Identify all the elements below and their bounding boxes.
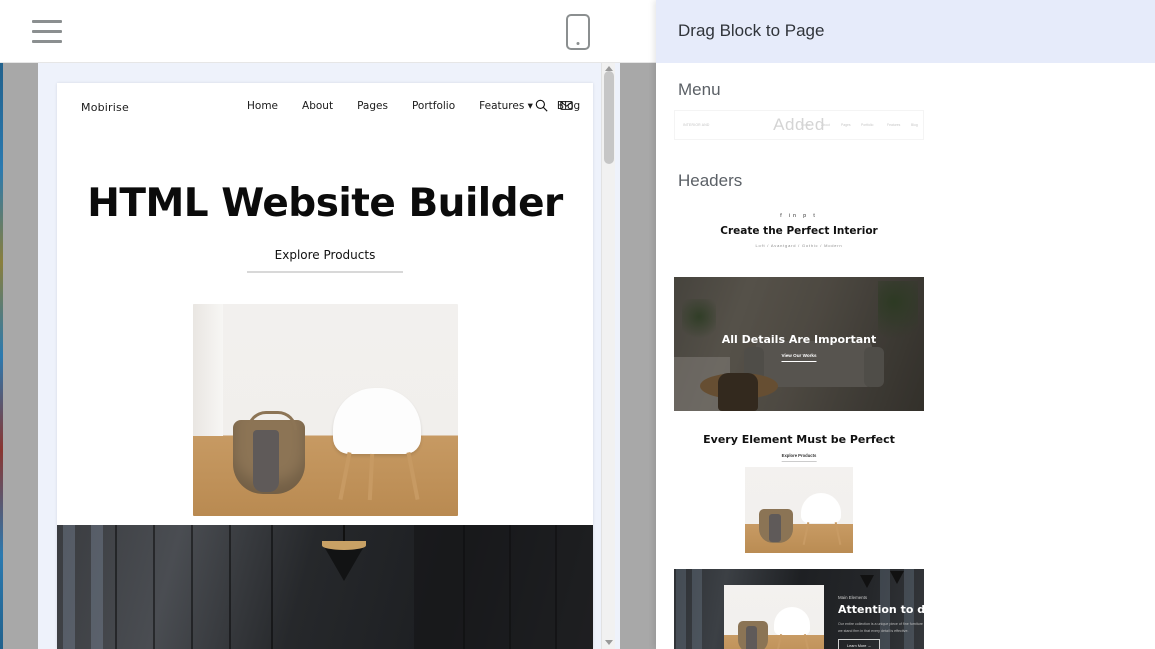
social-icons-row: f in p t xyxy=(780,213,818,219)
canvas-gutter-right xyxy=(620,63,656,649)
header-social-thumb: f in p t Create the Perfect Interior Lof… xyxy=(674,201,924,263)
section-label-menu: Menu xyxy=(678,80,721,99)
site-hero-title: HTML Website Builder xyxy=(87,181,563,226)
site-hero-photo xyxy=(192,304,458,516)
site-nav-item-pages[interactable]: Pages xyxy=(357,100,388,112)
thumb-title: Attention to detail xyxy=(838,603,924,616)
header-centered-thumb: Every Element Must be Perfect Explore Pr… xyxy=(674,425,924,555)
block-thumbnail-header-centered[interactable]: Every Element Must be Perfect Explore Pr… xyxy=(674,425,924,555)
block-chooser-panel: Drag Block to Page Menu INTERIOR AND Hom… xyxy=(656,0,1155,649)
block-preview-column: Menu INTERIOR AND Home About Pages Portf… xyxy=(656,63,942,649)
site-nav-item-portfolio[interactable]: Portfolio xyxy=(412,100,455,112)
site-hero-cta-link[interactable]: Explore Products xyxy=(247,248,403,273)
thumb-button: Learn More → xyxy=(838,639,881,649)
site-dark-section xyxy=(57,525,593,649)
site-builder-canvas: Mobirise Home About Pages Portfolio Feat… xyxy=(0,0,656,649)
site-navbar: Mobirise Home About Pages Portfolio Feat… xyxy=(57,83,593,135)
site-dark-overlay xyxy=(414,525,593,649)
hamburger-menu-icon[interactable] xyxy=(32,20,62,44)
mail-icon[interactable] xyxy=(560,99,573,112)
block-added-overlay: Added xyxy=(675,111,923,139)
site-nav-icons xyxy=(535,99,573,112)
block-thumbnail-header-photo[interactable]: All Details Are Important View Our Works xyxy=(674,277,924,411)
thumb-title: Create the Perfect Interior xyxy=(720,225,878,237)
thumb-title: Every Element Must be Perfect xyxy=(703,433,895,446)
scrollbar-down-arrow-icon[interactable] xyxy=(605,640,613,645)
header-photo-thumb: All Details Are Important View Our Works xyxy=(674,277,924,411)
thumb-breadcrumb: Loft / Avantgard / Gothic / Modern xyxy=(755,243,843,248)
block-thumbnail-menu[interactable]: INTERIOR AND Home About Pages Portfolio … xyxy=(674,110,924,140)
thumb-link: Explore Products xyxy=(781,453,817,462)
builder-vertical-scrollbar[interactable] xyxy=(601,63,615,649)
block-thumbnail-header-social[interactable]: f in p t Create the Perfect Interior Lof… xyxy=(674,201,924,263)
panel-title: Drag Block to Page xyxy=(678,21,825,40)
search-icon[interactable] xyxy=(535,99,548,112)
added-label: Added xyxy=(773,115,825,134)
site-nav-item-home[interactable]: Home xyxy=(247,100,278,112)
header-split-thumb: Main Elements Attention to detail Our en… xyxy=(674,569,924,649)
site-brand-logo[interactable]: Mobirise xyxy=(81,101,129,114)
site-nav-item-features[interactable]: Features ▾ xyxy=(479,100,533,112)
app-window: Mobirise Home About Pages Portfolio Feat… xyxy=(0,0,1155,649)
thumb-kicker: Main Elements xyxy=(838,595,868,600)
section-label-headers: Headers xyxy=(678,171,743,190)
canvas-gutter-left xyxy=(3,63,38,649)
site-preview-page: Mobirise Home About Pages Portfolio Feat… xyxy=(57,83,593,649)
block-thumbnail-header-split[interactable]: Main Elements Attention to detail Our en… xyxy=(674,569,924,649)
canvas-viewport: Mobirise Home About Pages Portfolio Feat… xyxy=(0,63,656,649)
scrollbar-thumb[interactable] xyxy=(604,71,614,164)
builder-toolbar xyxy=(0,0,656,63)
thumb-title: All Details Are Important xyxy=(721,333,877,346)
site-nav-item-about[interactable]: About xyxy=(302,100,333,112)
thumb-button: View Our Works xyxy=(781,353,817,362)
site-nav-links: Home About Pages Portfolio Features ▾ Bl… xyxy=(247,100,580,112)
menu-block-thumb: INTERIOR AND Home About Pages Portfolio … xyxy=(674,110,924,140)
panel-header: Drag Block to Page xyxy=(656,0,1155,63)
thumb-body: Our entire collection is a unique piece … xyxy=(838,622,923,633)
mobile-device-icon[interactable] xyxy=(566,14,590,50)
